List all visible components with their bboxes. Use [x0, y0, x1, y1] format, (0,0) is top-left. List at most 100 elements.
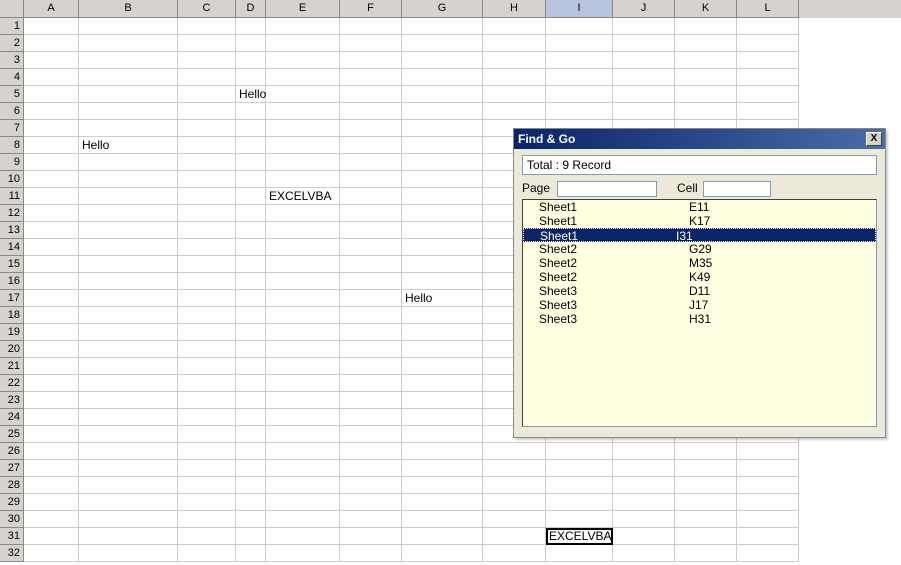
cell[interactable]: [266, 69, 340, 86]
cell[interactable]: [236, 120, 266, 137]
cell[interactable]: [236, 477, 266, 494]
cell[interactable]: [737, 52, 799, 69]
cell[interactable]: [178, 222, 236, 239]
cell[interactable]: [340, 528, 402, 545]
select-all-corner[interactable]: [0, 0, 24, 18]
column-header-k[interactable]: K: [675, 0, 737, 18]
row-header[interactable]: 32: [0, 545, 24, 562]
cell[interactable]: [178, 460, 236, 477]
cell[interactable]: [546, 69, 613, 86]
cell[interactable]: [79, 409, 178, 426]
cell[interactable]: [613, 103, 675, 120]
row-header[interactable]: 30: [0, 511, 24, 528]
cell[interactable]: [236, 392, 266, 409]
result-row[interactable]: Sheet2M35: [523, 256, 876, 270]
cell[interactable]: [236, 256, 266, 273]
cell[interactable]: [266, 290, 340, 307]
cell[interactable]: [266, 137, 340, 154]
cell[interactable]: [79, 239, 178, 256]
cell[interactable]: [178, 324, 236, 341]
cell[interactable]: [178, 18, 236, 35]
row-header[interactable]: 20: [0, 341, 24, 358]
column-header-l[interactable]: L: [737, 0, 799, 18]
row-header[interactable]: 21: [0, 358, 24, 375]
cell[interactable]: [236, 69, 266, 86]
cell[interactable]: [24, 69, 79, 86]
cell[interactable]: [340, 494, 402, 511]
cell[interactable]: [178, 426, 236, 443]
cell[interactable]: [24, 375, 79, 392]
cell[interactable]: [178, 392, 236, 409]
cell[interactable]: [266, 392, 340, 409]
cell[interactable]: [737, 545, 799, 562]
cell[interactable]: [236, 290, 266, 307]
cell[interactable]: [675, 86, 737, 103]
cell[interactable]: [236, 222, 266, 239]
cell[interactable]: [483, 103, 546, 120]
cell[interactable]: [546, 35, 613, 52]
cell[interactable]: [340, 324, 402, 341]
cell[interactable]: [178, 171, 236, 188]
cell[interactable]: [737, 511, 799, 528]
cell[interactable]: [236, 52, 266, 69]
cell[interactable]: [266, 35, 340, 52]
cell[interactable]: [266, 171, 340, 188]
column-header-j[interactable]: J: [613, 0, 675, 18]
row-header[interactable]: 23: [0, 392, 24, 409]
cell[interactable]: [79, 222, 178, 239]
row-header[interactable]: 18: [0, 307, 24, 324]
cell[interactable]: [178, 358, 236, 375]
cell[interactable]: [340, 477, 402, 494]
cell[interactable]: [613, 86, 675, 103]
row-header[interactable]: 13: [0, 222, 24, 239]
cell[interactable]: [340, 171, 402, 188]
cell[interactable]: [79, 120, 178, 137]
cell[interactable]: [24, 528, 79, 545]
cell[interactable]: Hello: [79, 137, 178, 154]
cell[interactable]: [178, 273, 236, 290]
result-row[interactable]: Sheet3J17: [523, 298, 876, 312]
cell[interactable]: [402, 103, 483, 120]
cell[interactable]: [266, 273, 340, 290]
cell[interactable]: [79, 358, 178, 375]
cell[interactable]: [266, 358, 340, 375]
cell[interactable]: [402, 494, 483, 511]
result-row[interactable]: Sheet3D11: [523, 284, 876, 298]
cell[interactable]: [402, 511, 483, 528]
cell[interactable]: [24, 103, 79, 120]
cell[interactable]: [79, 324, 178, 341]
cell[interactable]: [266, 256, 340, 273]
cell[interactable]: [483, 69, 546, 86]
cell[interactable]: [737, 103, 799, 120]
row-header[interactable]: 17: [0, 290, 24, 307]
cell[interactable]: [266, 222, 340, 239]
cell[interactable]: [340, 358, 402, 375]
cell[interactable]: [236, 307, 266, 324]
cell[interactable]: [402, 426, 483, 443]
cell[interactable]: [24, 239, 79, 256]
row-header[interactable]: 5: [0, 86, 24, 103]
cell[interactable]: [178, 494, 236, 511]
cell[interactable]: [402, 392, 483, 409]
cell[interactable]: [79, 188, 178, 205]
cell[interactable]: [266, 494, 340, 511]
cell[interactable]: [483, 35, 546, 52]
cell[interactable]: [24, 154, 79, 171]
cell[interactable]: [24, 494, 79, 511]
cell[interactable]: [675, 477, 737, 494]
cell[interactable]: [24, 273, 79, 290]
cell[interactable]: [236, 545, 266, 562]
cell[interactable]: [546, 460, 613, 477]
cell[interactable]: [340, 443, 402, 460]
cell[interactable]: [236, 103, 266, 120]
cell[interactable]: [340, 460, 402, 477]
cell[interactable]: [266, 154, 340, 171]
cell[interactable]: [236, 341, 266, 358]
cell[interactable]: [613, 528, 675, 545]
cell[interactable]: [402, 69, 483, 86]
cell[interactable]: [737, 494, 799, 511]
cell[interactable]: [613, 511, 675, 528]
cell[interactable]: [402, 375, 483, 392]
cell[interactable]: [24, 52, 79, 69]
cell[interactable]: [402, 409, 483, 426]
